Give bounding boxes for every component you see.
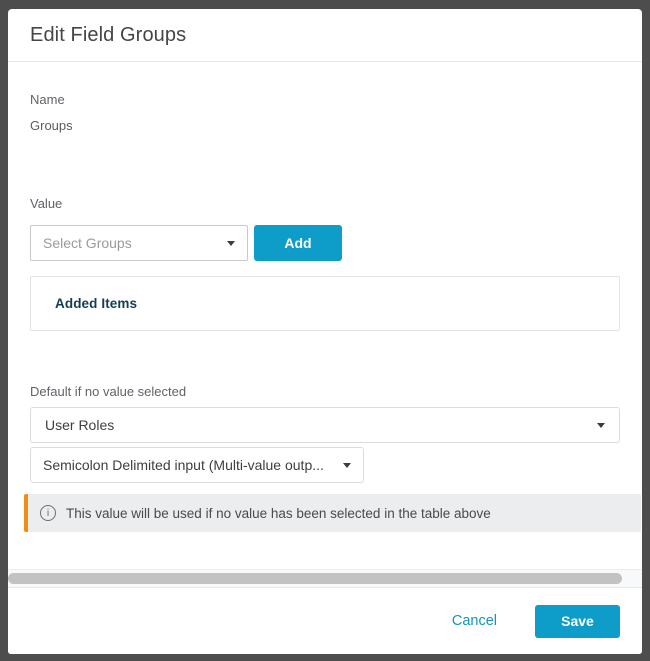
default-value-label: Default if no value selected — [30, 384, 620, 400]
scrollbar-thumb[interactable] — [8, 573, 622, 584]
edit-field-groups-dialog: Edit Field Groups Name Groups Value Sele… — [8, 9, 642, 654]
add-button[interactable]: Add — [254, 225, 342, 261]
info-banner: i This value will be used if no value ha… — [24, 494, 641, 532]
chevron-down-icon — [227, 241, 235, 246]
value-row: Select Groups Add — [30, 225, 620, 261]
dialog-title: Edit Field Groups — [30, 24, 186, 47]
name-label: Name — [30, 92, 620, 108]
dialog-body: Name Groups Value Select Groups Add Adde… — [8, 62, 642, 569]
chevron-down-icon — [597, 423, 605, 428]
dialog-header: Edit Field Groups — [8, 9, 642, 62]
cancel-button[interactable]: Cancel — [452, 613, 497, 629]
save-button[interactable]: Save — [535, 605, 620, 638]
delimiter-selected-option: Semicolon Delimited input (Multi-value o… — [43, 457, 333, 473]
default-value-selected-option: User Roles — [45, 417, 587, 433]
info-circle-icon: i — [40, 505, 56, 521]
dialog-footer: Cancel Save — [8, 588, 642, 654]
delimiter-select[interactable]: Semicolon Delimited input (Multi-value o… — [30, 447, 364, 483]
name-value: Groups — [30, 118, 620, 134]
groups-select-placeholder: Select Groups — [43, 235, 217, 251]
default-value-select[interactable]: User Roles — [30, 407, 620, 443]
info-banner-text: This value will be used if no value has … — [66, 506, 491, 521]
value-label: Value — [30, 196, 620, 212]
modal-backdrop: Edit Field Groups Name Groups Value Sele… — [0, 0, 650, 661]
added-items-heading: Added Items — [55, 296, 137, 311]
groups-select[interactable]: Select Groups — [30, 225, 248, 261]
chevron-down-icon — [343, 463, 351, 468]
added-items-panel: Added Items — [30, 276, 620, 331]
horizontal-scrollbar[interactable] — [8, 569, 642, 588]
